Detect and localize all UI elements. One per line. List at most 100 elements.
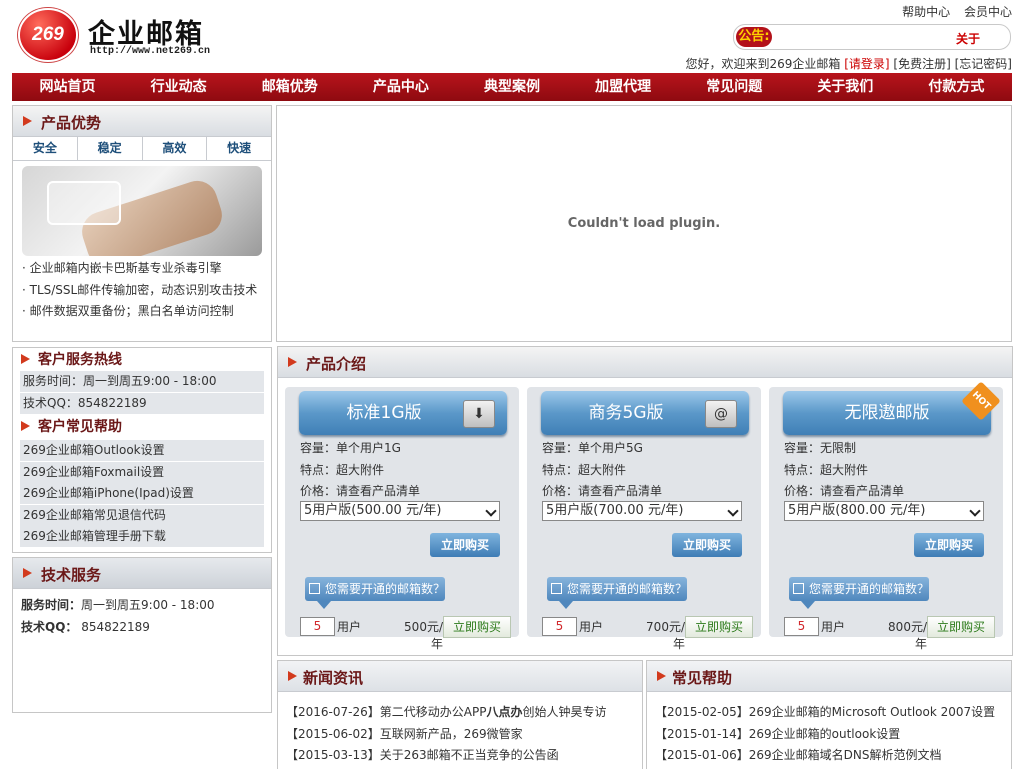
help-title: 客户常见帮助	[38, 419, 122, 435]
tip-text: 您需要开通的邮箱数？	[325, 582, 446, 596]
register-link[interactable]: [免费注册]	[893, 57, 950, 71]
tech-service-title: 技术服务	[41, 566, 102, 584]
quantity-input[interactable]: 5	[300, 617, 335, 636]
news-title: 新闻资讯	[303, 669, 364, 687]
buy-now-button[interactable]: 立即购买	[430, 533, 500, 557]
triangle-bullet-icon	[657, 671, 666, 681]
help-item[interactable]: 269企业邮箱Outlook设置	[20, 440, 264, 461]
faq-item[interactable]: 【2015-02-05】269企业邮箱的Microsoft Outlook 20…	[655, 703, 995, 720]
faq-panel: 常见帮助 【2015-02-05】269企业邮箱的Microsoft Outlo…	[646, 660, 1012, 769]
plan-select-value: 5用户版(500.00 元/年)	[304, 503, 442, 518]
help-item[interactable]: 269企业邮箱常见退信代码	[20, 505, 264, 526]
notice-text[interactable]: 关于	[956, 30, 980, 47]
hotline-qq: 技术QQ：854822189	[20, 393, 264, 414]
news-text: 互联网新产品，269微管家	[379, 727, 523, 741]
news-item[interactable]: 【2016-07-26】第二代移动办公APP八点办创始人钟昊专访	[286, 703, 606, 720]
product-name-button[interactable]: 标准1G版 ⬇	[299, 391, 507, 435]
tech-qq: 技术QQ： 854822189	[21, 618, 150, 635]
nav-item-about[interactable]: 关于我们	[790, 73, 901, 101]
nav-item-faq[interactable]: 常见问题	[679, 73, 790, 101]
plan-select[interactable]: 5用户版(800.00 元/年)	[784, 501, 984, 521]
unit-price: 500元/年	[404, 620, 443, 651]
tip-icon	[309, 583, 320, 594]
faq-header: 常见帮助	[647, 661, 1011, 692]
plugin-area[interactable]: Couldn't load plugin.	[276, 105, 1012, 342]
tab-efficiency[interactable]: 高效	[142, 137, 208, 160]
product-name-button[interactable]: 商务5G版 @	[541, 391, 749, 435]
nav-item-cases[interactable]: 典型案例	[456, 73, 567, 101]
tab-stability[interactable]: 稳定	[77, 137, 143, 160]
advantage-bullet: · 邮件数据双重备份；黑白名单访问控制	[22, 304, 234, 318]
plan-select[interactable]: 5用户版(500.00 元/年)	[300, 501, 500, 521]
notice-label: 公告:	[736, 27, 772, 47]
quantity-input[interactable]: 5	[784, 617, 819, 636]
logo-url: http://www.net269.cn	[90, 46, 211, 57]
news-header: 新闻资讯	[278, 661, 642, 692]
plan-select[interactable]: 5用户版(700.00 元/年)	[542, 501, 742, 521]
logo-mark-text: 269	[32, 24, 64, 45]
main-nav: 网站首页 行业动态 邮箱优势 产品中心 典型案例 加盟代理 常见问题 关于我们 …	[12, 73, 1012, 101]
nav-item-agents[interactable]: 加盟代理	[568, 73, 679, 101]
help-item[interactable]: 269企业邮箱iPhone(Ipad)设置	[20, 483, 264, 504]
tip-text: 您需要开通的邮箱数？	[809, 582, 930, 596]
faq-date: 【2015-01-14】	[655, 727, 749, 741]
tab-speed[interactable]: 快速	[207, 137, 271, 160]
product-price-line: 价格：请查看产品清单	[784, 484, 905, 498]
welcome-text: 您好，欢迎来到269企业邮箱	[685, 57, 841, 71]
quantity-unit: 用户	[337, 620, 362, 634]
nav-item-products[interactable]: 产品中心	[345, 73, 456, 101]
buy-now-small-button[interactable]: 立即购买	[927, 616, 995, 638]
logo-mark[interactable]: 269	[18, 8, 78, 62]
product-name-button[interactable]: 无限遨邮版 HOT	[783, 381, 1001, 435]
faq-text: 269企业邮箱域名DNS解析范例文档	[748, 748, 942, 762]
buy-now-small-button[interactable]: 立即购买	[443, 616, 511, 638]
quantity-input[interactable]: 5	[542, 617, 577, 636]
product-card-unlimited: 无限遨邮版 HOT 容量：无限制 特点：超大附件 价格：请查看产品清单 5用户版…	[769, 381, 1003, 651]
welcome-bar: 您好，欢迎来到269企业邮箱 [请登录] [免费注册] [忘记密码]	[685, 55, 1012, 72]
faq-date: 【2015-02-05】	[655, 705, 749, 719]
nav-item-payment[interactable]: 付款方式	[901, 73, 1012, 101]
news-date: 【2015-03-13】	[286, 748, 380, 762]
tech-hours-value: 周一到周五9:00 - 18:00	[81, 598, 215, 612]
product-feature: 特点：超大附件	[542, 463, 627, 477]
product-feature: 特点：超大附件	[300, 463, 385, 477]
product-price-line: 价格：请查看产品清单	[542, 484, 663, 498]
faq-item[interactable]: 【2015-01-06】269企业邮箱域名DNS解析范例文档	[655, 746, 942, 763]
help-item[interactable]: 269企业邮箱Foxmail设置	[20, 462, 264, 483]
triangle-bullet-icon	[288, 671, 297, 681]
nav-item-home[interactable]: 网站首页	[12, 73, 123, 101]
mailbox-count-tip: 您需要开通的邮箱数？	[789, 577, 930, 609]
quantity-unit: 用户	[579, 620, 604, 634]
forgot-password-link[interactable]: [忘记密码]	[955, 57, 1012, 71]
tip-icon	[793, 583, 804, 594]
product-capacity: 容量：单个用户1G	[300, 441, 401, 455]
news-item[interactable]: 【2015-06-02】互联网新产品，269微管家	[286, 725, 523, 742]
advantages-title: 产品优势	[41, 114, 102, 132]
advantage-bullet: · TLS/SSL邮件传输加密，动态识别攻击技术	[22, 283, 258, 297]
help-item[interactable]: 269企业邮箱管理手册下载	[20, 526, 264, 547]
mailbox-count-tip: 您需要开通的邮箱数？	[305, 577, 446, 609]
product-name: 标准1G版	[346, 403, 422, 423]
news-date: 【2015-06-02】	[286, 727, 380, 741]
help-center-link[interactable]: 帮助中心	[902, 5, 950, 19]
nav-item-industry[interactable]: 行业动态	[123, 73, 234, 101]
tech-hours-label: 服务时间：	[21, 598, 82, 612]
faq-item[interactable]: 【2015-01-14】269企业邮箱的outlook设置	[655, 725, 900, 742]
news-item[interactable]: 【2015-03-13】关于263邮箱不正当竞争的公告函	[286, 746, 559, 763]
buy-now-button[interactable]: 立即购买	[672, 533, 742, 557]
products-title: 产品介绍	[306, 355, 367, 373]
products-header: 产品介绍	[278, 347, 1012, 378]
member-center-link[interactable]: 会员中心	[964, 5, 1012, 19]
nav-item-advantages[interactable]: 邮箱优势	[234, 73, 345, 101]
login-link[interactable]: [请登录]	[844, 57, 889, 71]
product-feature: 特点：超大附件	[784, 463, 869, 477]
buy-now-small-button[interactable]: 立即购买	[685, 616, 753, 638]
buy-now-button[interactable]: 立即购买	[914, 533, 984, 557]
top-links: 帮助中心 会员中心	[892, 3, 1012, 20]
triangle-bullet-icon	[21, 421, 30, 431]
news-date: 【2016-07-26】	[286, 705, 380, 719]
download-icon: ⬇	[463, 400, 495, 428]
chevron-down-icon	[969, 505, 981, 517]
tab-security[interactable]: 安全	[13, 137, 78, 160]
product-capacity: 容量：无限制	[784, 441, 857, 455]
